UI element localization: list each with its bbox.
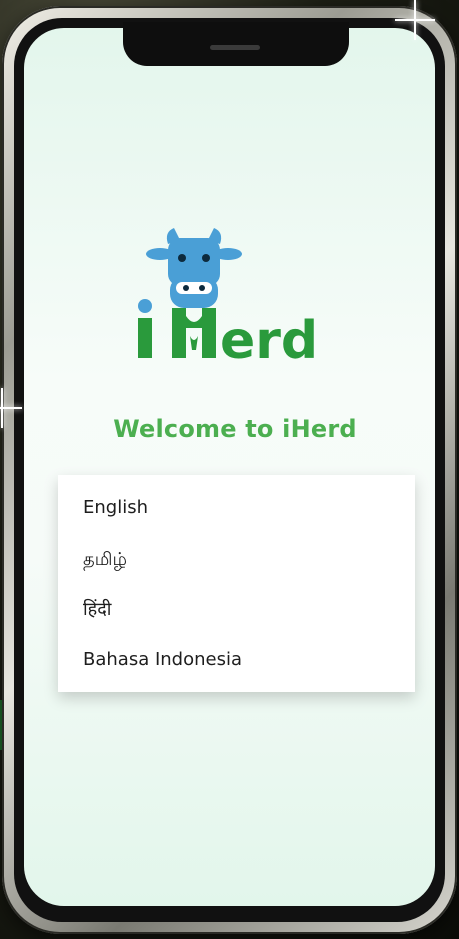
iherd-logo: erd	[138, 228, 318, 369]
language-option-tamil[interactable]: தமிழ்	[83, 549, 127, 572]
sparkle-icon	[395, 0, 435, 40]
phone-notch	[123, 22, 349, 66]
language-option-hindi[interactable]: हिंदी	[83, 597, 111, 621]
speaker-grille	[210, 45, 260, 50]
sparkle-icon	[0, 388, 22, 428]
welcome-title: Welcome to iHerd	[113, 415, 357, 443]
language-list: English தமிழ் हिंदी Bahasa Indonesia	[58, 475, 415, 692]
language-option-bahasa[interactable]: Bahasa Indonesia	[83, 649, 242, 670]
logo-wordmark: erd	[220, 311, 318, 369]
language-option-english[interactable]: English	[83, 497, 148, 518]
app-screen	[24, 28, 435, 906]
